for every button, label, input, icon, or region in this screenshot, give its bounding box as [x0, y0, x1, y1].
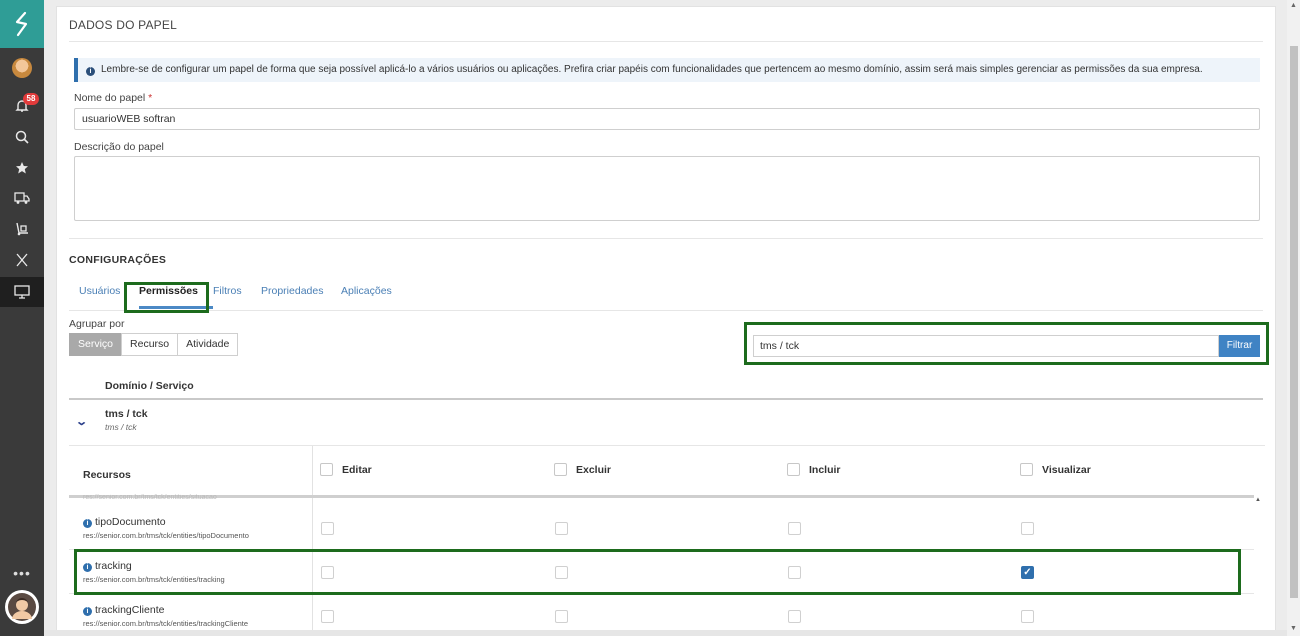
role-description-textarea[interactable] [74, 156, 1260, 221]
perm-delete-header[interactable]: Excluir [554, 463, 611, 476]
info-alert: i Lembre-se de configurar um papel de for… [74, 58, 1260, 82]
group-by-service-button[interactable]: Serviço [69, 333, 123, 356]
insert-checkbox[interactable] [788, 522, 801, 535]
resource-name: i trackingCliente [83, 604, 164, 616]
resources-table-header: Recursos Editar Excluir Incluir Visualiz… [69, 445, 1265, 635]
x-logo-icon[interactable] [0, 245, 44, 275]
table-row: i tipoDocumento res://senior.com.br/tms/t… [69, 506, 1254, 550]
delete-checkbox[interactable] [555, 610, 568, 623]
resource-name: i tipoDocumento [83, 516, 166, 528]
monitor-icon[interactable] [0, 277, 44, 307]
divider [69, 310, 1263, 311]
domain-service-header: Domínio / Serviço [105, 380, 194, 392]
group-by-activity-button[interactable]: Atividade [177, 333, 239, 356]
user-avatar-icon[interactable] [0, 53, 44, 83]
row-highlight-box [74, 549, 1241, 595]
star-icon[interactable] [0, 153, 44, 183]
role-name-label: Nome do papel * [74, 92, 153, 104]
select-all-delete-checkbox[interactable] [554, 463, 567, 476]
perm-insert-header[interactable]: Incluir [787, 463, 841, 476]
filter-highlight-box [744, 322, 1269, 365]
info-text: Lembre-se de configurar um papel de form… [101, 64, 1203, 75]
role-panel: DADOS DO PAPEL i Lembre-se de configurar … [56, 6, 1276, 636]
group-by-label: Agrupar por [69, 318, 125, 330]
delete-checkbox[interactable] [555, 522, 568, 535]
select-all-insert-checkbox[interactable] [787, 463, 800, 476]
more-options-icon[interactable]: ••• [0, 565, 44, 581]
divider [69, 398, 1263, 400]
tab-usuarios[interactable]: Usuários [79, 285, 120, 297]
perm-view-header[interactable]: Visualizar [1020, 463, 1091, 476]
notifications-badge: 58 [23, 93, 39, 105]
insert-checkbox[interactable] [788, 610, 801, 623]
senior-logo-icon[interactable] [0, 0, 44, 48]
table-body-top-border [69, 495, 1254, 498]
settings-section-title: CONFIGURAÇÕES [69, 254, 167, 266]
hand-truck-icon[interactable] [0, 214, 44, 244]
notifications-bell-icon[interactable]: 58 [0, 91, 44, 121]
resource-path: res://senior.com.br/tms/tck/entities/tra… [83, 619, 249, 628]
scroll-up-icon[interactable]: ▲ [1255, 497, 1261, 503]
page-title: DADOS DO PAPEL [69, 18, 177, 32]
domain-group-name[interactable]: tms / tck [105, 408, 148, 420]
view-checkbox[interactable] [1021, 522, 1034, 535]
tab-propriedades[interactable]: Propriedades [261, 285, 323, 297]
edit-checkbox[interactable] [321, 522, 334, 535]
group-by-buttons: Serviço Recurso Atividade [69, 333, 239, 356]
scroll-down-icon[interactable]: ▼ [1290, 625, 1297, 632]
tab-highlight-box [124, 282, 209, 313]
domain-group-subtitle: tms / tck [105, 422, 137, 432]
info-icon: i [86, 67, 95, 76]
tab-aplicacoes[interactable]: Aplicações [341, 285, 392, 297]
select-all-edit-checkbox[interactable] [320, 463, 333, 476]
info-icon[interactable]: i [83, 607, 92, 616]
table-scrollbar[interactable]: ▲ [1255, 497, 1265, 635]
user-profile-avatar[interactable] [5, 590, 39, 624]
resource-path: res://senior.com.br/tms/tck/entities/tip… [83, 531, 249, 540]
search-icon[interactable] [0, 122, 44, 152]
chevron-down-icon[interactable]: ⌄ [75, 415, 88, 428]
role-description-label: Descrição do papel [74, 141, 164, 153]
scrollbar-thumb[interactable] [1290, 46, 1298, 598]
divider [69, 238, 1263, 239]
resources-header: Recursos [83, 469, 131, 481]
role-name-input[interactable]: usuarioWEB softran [74, 108, 1260, 130]
select-all-view-checkbox[interactable] [1020, 463, 1033, 476]
tab-filtros[interactable]: Filtros [213, 285, 242, 297]
clipped-row-text: res://senior.com.br/tms/tck/entities/sit… [83, 494, 217, 499]
group-by-resource-button[interactable]: Recurso [121, 333, 179, 356]
truck-icon[interactable] [0, 183, 44, 213]
perm-edit-header[interactable]: Editar [320, 463, 372, 476]
left-rail: 58 ••• [0, 0, 44, 636]
page-scrollbar[interactable]: ▲ ▼ [1287, 0, 1300, 636]
info-icon[interactable]: i [83, 519, 92, 528]
edit-checkbox[interactable] [321, 610, 334, 623]
view-checkbox[interactable] [1021, 610, 1034, 623]
divider [69, 41, 1263, 42]
bottom-strip [44, 630, 1287, 636]
scroll-up-icon[interactable]: ▲ [1290, 2, 1297, 9]
